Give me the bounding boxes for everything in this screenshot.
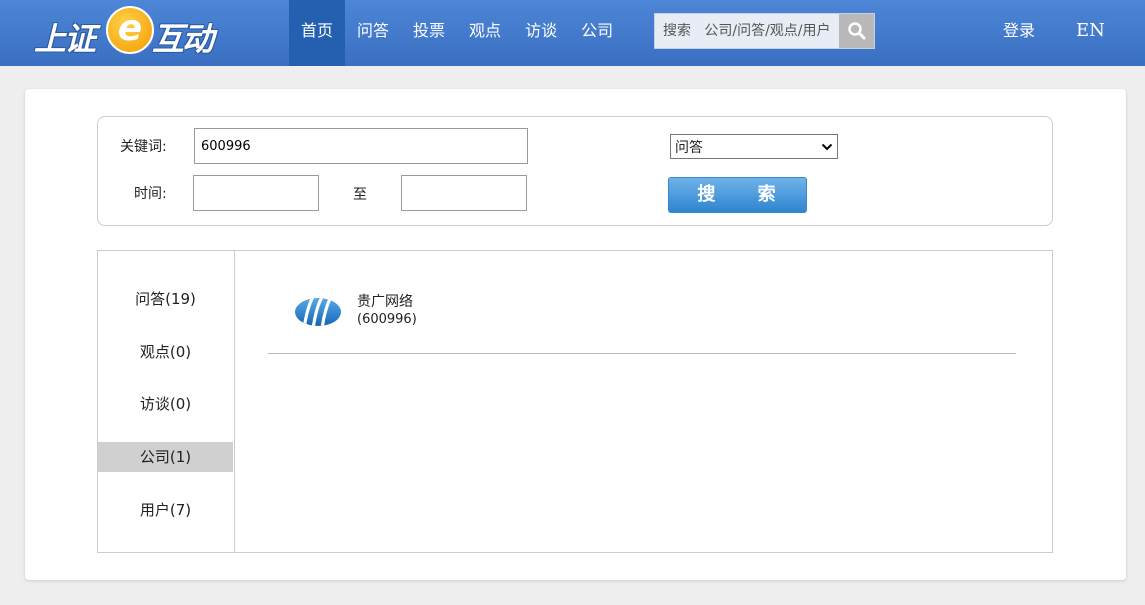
chevron-down-icon (821, 143, 833, 150)
nav-interview[interactable]: 访谈 (513, 0, 569, 66)
start-date-input[interactable] (193, 175, 319, 211)
nav-qa[interactable]: 问答 (345, 0, 401, 66)
tab-opinion[interactable]: 观点(0) (98, 337, 233, 367)
header-search (654, 13, 875, 49)
end-date-input[interactable] (401, 175, 527, 211)
tab-interview[interactable]: 访谈(0) (98, 389, 233, 419)
tab-company[interactable]: 公司(1) (98, 442, 233, 472)
header-search-button[interactable] (839, 14, 874, 48)
header-search-input[interactable] (655, 14, 839, 48)
to-label: 至 (353, 187, 367, 203)
time-label: 时间: (134, 186, 167, 202)
tab-qa[interactable]: 问答(19) (98, 284, 233, 314)
list-item: 贵广网络 (600996) (268, 287, 1016, 354)
main-nav: 首页 问答 投票 观点 访谈 公司 (289, 0, 625, 66)
nav-home[interactable]: 首页 (289, 0, 346, 66)
login-link[interactable]: 登录 (1003, 0, 1035, 66)
logo-text-right: 互动 (152, 20, 214, 58)
keyword-label: 关键词: (120, 139, 167, 155)
company-logo-icon[interactable] (294, 297, 342, 327)
category-tabs: 问答(19) 观点(0) 访谈(0) 公司(1) 用户(7) (98, 251, 235, 552)
site-logo[interactable]: 上证 e 互动 (34, 6, 224, 58)
logo-e-icon: e (106, 6, 154, 54)
logo-text-left: 上证 (34, 20, 96, 58)
nav-vote[interactable]: 投票 (401, 0, 457, 66)
nav-company[interactable]: 公司 (569, 0, 625, 66)
type-select[interactable]: 问答 (670, 134, 838, 159)
language-switch[interactable]: EN (1076, 0, 1105, 66)
search-button[interactable]: 搜 索 (668, 177, 807, 213)
top-header: 上证 e 互动 首页 问答 投票 观点 访谈 公司 登录 EN (0, 0, 1145, 66)
search-filter-panel: 关键词: 时间: 至 问答 搜 索 (97, 116, 1053, 226)
company-code: (600996) (357, 312, 417, 327)
keyword-input[interactable] (194, 128, 528, 164)
nav-opinion[interactable]: 观点 (457, 0, 513, 66)
search-icon (847, 22, 865, 40)
main-card: 关键词: 时间: 至 问答 搜 索 问答(19) 观点(0) 访谈(0) 公司(… (25, 89, 1126, 580)
company-name[interactable]: 贵广网络 (357, 291, 413, 311)
results-panel: 问答(19) 观点(0) 访谈(0) 公司(1) 用户(7) 贵广网络 (600… (97, 250, 1053, 553)
type-select-value: 问答 (675, 139, 703, 156)
tab-user[interactable]: 用户(7) (98, 495, 233, 525)
